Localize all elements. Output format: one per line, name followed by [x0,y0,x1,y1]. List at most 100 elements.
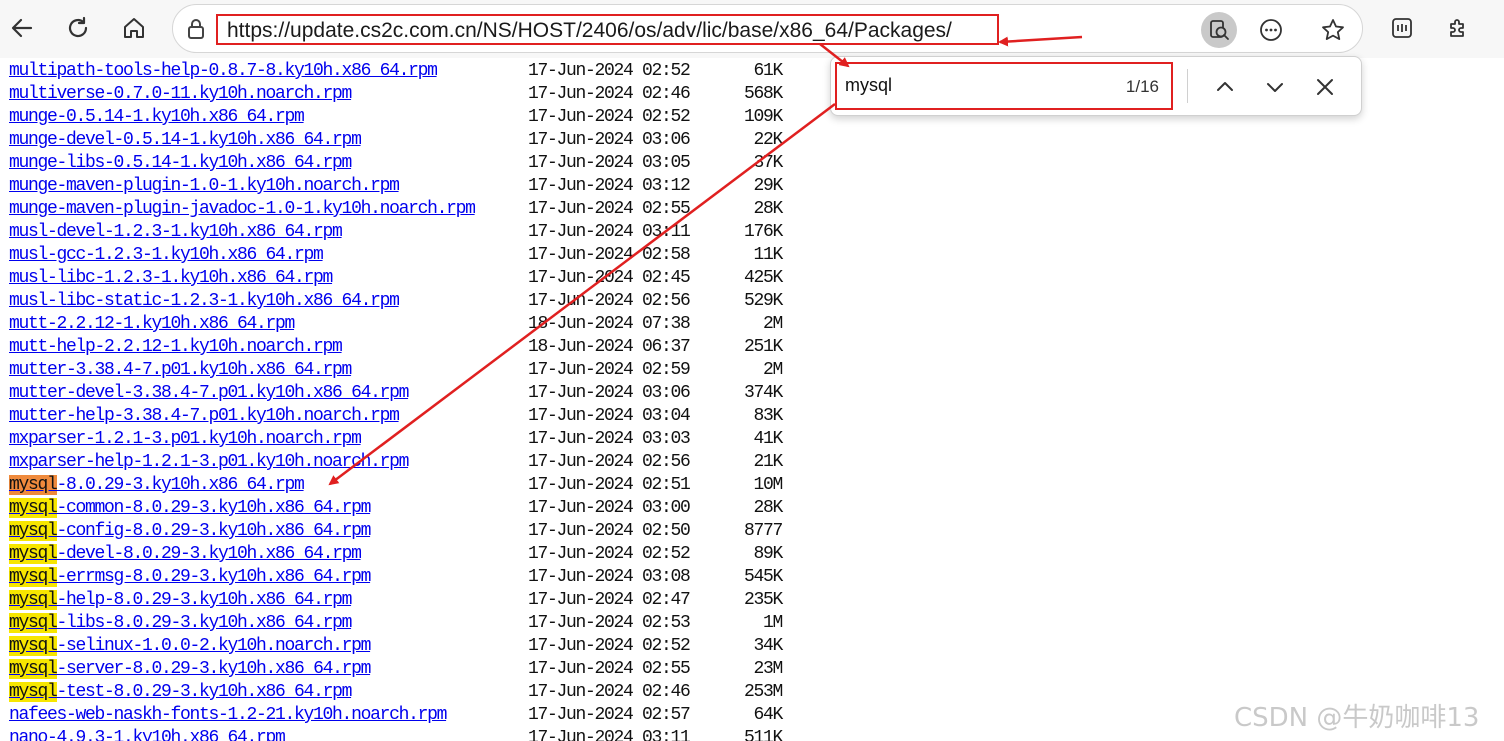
file-date: 17-Jun-2024 02:46 [528,682,691,702]
search-match-highlight: mysql [9,475,58,495]
file-size: 64K [753,705,783,725]
file-date: 17-Jun-2024 03:05 [528,153,691,173]
search-match-highlight: mysql [9,659,58,679]
url-text[interactable]: https://update.cs2c.com.cn/NS/HOST/2406/… [227,19,952,43]
file-link[interactable]: mysql-test-8.0.29-3.ky10h.x86_64.rpm [9,681,353,704]
file-date: 18-Jun-2024 07:38 [528,314,691,334]
file-date: 17-Jun-2024 02:55 [528,659,691,679]
file-date: 17-Jun-2024 02:53 [528,613,691,633]
table-row: mysql-config-8.0.29-3.ky10h.x86_64.rpm 17… [0,520,800,543]
table-row: mysql-selinux-1.0.0-2.ky10h.noarch.rpm 17… [0,635,800,658]
file-date: 17-Jun-2024 02:45 [528,268,691,288]
read-aloud-button[interactable] [1201,12,1237,48]
file-date: 17-Jun-2024 02:57 [528,705,691,725]
file-link[interactable]: mutter-3.38.4-7.p01.ky10h.x86_64.rpm [9,359,352,382]
find-bar: mysql 1/16 [830,56,1362,116]
table-row: mxparser-1.2.1-3.p01.ky10h.noarch.rpm 17-… [0,428,800,451]
file-link[interactable]: mysql-help-8.0.29-3.ky10h.x86_64.rpm [9,589,353,612]
split-screen-button[interactable] [1384,10,1420,46]
file-link[interactable]: mysql-errmsg-8.0.29-3.ky10h.x86_64.rpm [9,566,371,589]
find-close-button[interactable] [1307,69,1343,105]
file-link[interactable]: mysql-libs-8.0.29-3.ky10h.x86_64.rpm [9,612,352,635]
file-link[interactable]: mutter-devel-3.38.4-7.p01.ky10h.x86_64.r… [9,382,409,405]
file-link[interactable]: multipath-tools-help-0.8.7-8.ky10h.x86_6… [9,60,438,83]
table-row: multiverse-0.7.0-11.ky10h.noarch.rpm 17-J… [0,83,800,106]
back-button[interactable] [4,10,40,46]
file-link[interactable]: mxparser-help-1.2.1-3.p01.ky10h.noarch.r… [9,451,409,474]
search-match-highlight: mysql [9,498,58,518]
file-link[interactable]: mutt-help-2.2.12-1.ky10h.noarch.rpm [9,336,343,359]
table-row: mxparser-help-1.2.1-3.p01.ky10h.noarch.r… [0,451,800,474]
home-button[interactable] [116,10,152,46]
file-date: 17-Jun-2024 02:52 [528,544,691,564]
file-link[interactable]: mysql-selinux-1.0.0-2.ky10h.noarch.rpm [9,635,371,658]
file-date: 17-Jun-2024 02:52 [528,107,691,127]
table-row: mutter-help-3.38.4-7.p01.ky10h.noarch.rp… [0,405,800,428]
file-size: 2M [762,360,783,380]
file-size: 10M [753,475,783,495]
file-date: 17-Jun-2024 02:56 [528,291,691,311]
file-link[interactable]: nafees-web-naskh-fonts-1.2-21.ky10h.noar… [9,704,447,727]
file-size: 34K [753,636,783,656]
file-size: 109K [743,107,783,127]
search-match-highlight: mysql [9,590,58,610]
find-match-count: 1/16 [1125,77,1159,96]
reload-icon [68,16,88,38]
table-row: mysql-libs-8.0.29-3.ky10h.x86_64.rpm 17-J… [0,612,800,635]
lock-icon[interactable] [185,17,207,45]
more-options-button[interactable] [1253,12,1289,48]
file-date: 17-Jun-2024 03:06 [528,130,691,150]
file-link[interactable]: nano-4.9.3-1.ky10h.x86_64.rpm [9,727,286,741]
close-icon [1317,79,1333,95]
file-date: 17-Jun-2024 02:59 [528,360,691,380]
file-date: 17-Jun-2024 03:11 [528,728,691,741]
table-row: mysql-8.0.29-3.ky10h.x86_64.rpm 17-Jun-20… [0,474,800,497]
favorite-button[interactable] [1315,12,1351,48]
file-link[interactable]: mutt-2.2.12-1.ky10h.x86_64.rpm [9,313,295,336]
file-link-rest: -test-8.0.29-3.ky10h.x86_64.rpm [56,682,353,702]
file-link[interactable]: mysql-server-8.0.29-3.ky10h.x86_64.rpm [9,658,371,681]
extensions-button[interactable] [1440,10,1476,46]
file-date: 17-Jun-2024 03:03 [528,429,691,449]
file-link[interactable]: mysql-config-8.0.29-3.ky10h.x86_64.rpm [9,520,371,543]
file-link[interactable]: mysql-8.0.29-3.ky10h.x86_64.rpm [9,474,305,497]
file-link-rest: -devel-8.0.29-3.ky10h.x86_64.rpm [56,544,362,564]
file-link[interactable]: musl-gcc-1.2.3-1.ky10h.x86_64.rpm [9,244,324,267]
reload-button[interactable] [60,10,96,46]
file-date: 17-Jun-2024 03:11 [528,222,691,242]
file-size: 176K [743,222,783,242]
file-date: 17-Jun-2024 02:51 [528,475,691,495]
file-link[interactable]: munge-libs-0.5.14-1.ky10h.x86_64.rpm [9,152,352,175]
table-row: multipath-tools-help-0.8.7-8.ky10h.x86_6… [0,60,800,83]
file-link[interactable]: munge-devel-0.5.14-1.ky10h.x86_64.rpm [9,129,362,152]
table-row: mysql-test-8.0.29-3.ky10h.x86_64.rpm 17-J… [0,681,800,704]
more-dots-icon [1260,19,1282,41]
file-link[interactable]: musl-libc-1.2.3-1.ky10h.x86_64.rpm [9,267,333,290]
find-next-button[interactable] [1257,69,1293,105]
file-link[interactable]: mutter-help-3.38.4-7.p01.ky10h.noarch.rp… [9,405,400,428]
file-size: 37K [753,153,783,173]
file-date: 17-Jun-2024 03:08 [528,567,691,587]
address-bar[interactable]: https://update.cs2c.com.cn/NS/HOST/2406/… [172,4,1363,53]
file-link[interactable]: munge-maven-plugin-javadoc-1.0-1.ky10h.n… [9,198,476,221]
find-input[interactable]: mysql [845,75,892,96]
file-size: 529K [743,291,783,311]
watermark: CSDN @牛奶咖啡13 [1234,703,1480,733]
find-previous-button[interactable] [1207,69,1243,105]
file-link-rest: -help-8.0.29-3.ky10h.x86_64.rpm [56,590,353,610]
table-row: musl-libc-1.2.3-1.ky10h.x86_64.rpm 17-Jun… [0,267,800,290]
search-match-highlight: mysql [9,567,58,587]
file-link[interactable]: musl-libc-static-1.2.3-1.ky10h.x86_64.rp… [9,290,400,313]
file-link[interactable]: munge-maven-plugin-1.0-1.ky10h.noarch.rp… [9,175,400,198]
file-link[interactable]: mysql-common-8.0.29-3.ky10h.x86_64.rpm [9,497,371,520]
file-link[interactable]: munge-0.5.14-1.ky10h.x86_64.rpm [9,106,305,129]
table-row: munge-maven-plugin-javadoc-1.0-1.ky10h.n… [0,198,800,221]
file-date: 17-Jun-2024 03:00 [528,498,691,518]
table-row: mutter-3.38.4-7.p01.ky10h.x86_64.rpm 17-J… [0,359,800,382]
file-link[interactable]: mxparser-1.2.1-3.p01.ky10h.noarch.rpm [9,428,362,451]
file-link[interactable]: multiverse-0.7.0-11.ky10h.noarch.rpm [9,83,352,106]
file-size: 22K [753,130,783,150]
file-link[interactable]: mysql-devel-8.0.29-3.ky10h.x86_64.rpm [9,543,362,566]
table-row: mysql-help-8.0.29-3.ky10h.x86_64.rpm 17-J… [0,589,800,612]
file-link[interactable]: musl-devel-1.2.3-1.ky10h.x86_64.rpm [9,221,343,244]
